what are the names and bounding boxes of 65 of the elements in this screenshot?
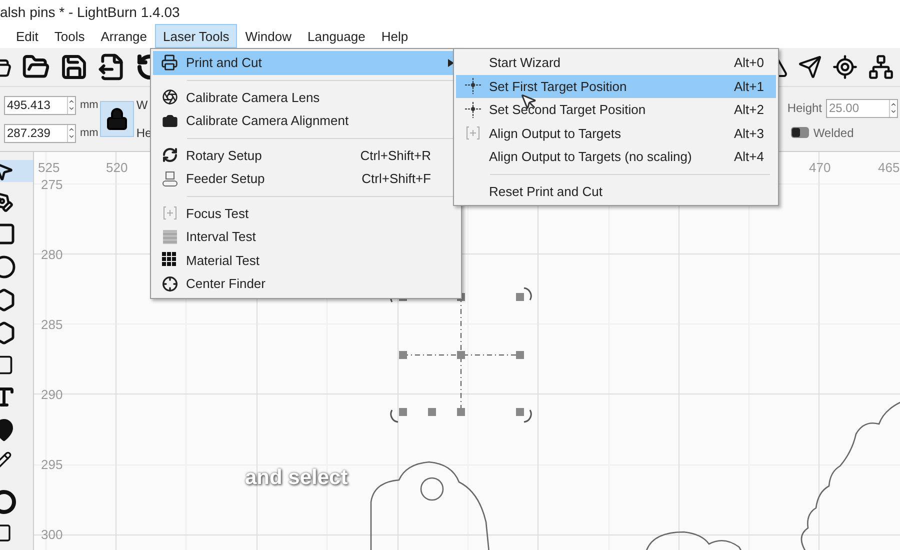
printer-icon [161,54,178,72]
export-icon[interactable] [98,53,126,81]
focus-icon [160,204,178,222]
spin-up-icon[interactable] [68,98,75,105]
welded-toggle[interactable] [791,127,810,138]
menu-item[interactable]: Material Test [153,248,459,272]
open-folder-icon[interactable] [22,53,50,81]
menu-bar-item[interactable]: Arrange [92,24,156,48]
shape-outline[interactable] [370,461,490,550]
ruler-number: 290 [41,387,63,402]
ruler-number: 280 [41,247,63,262]
welded-label: Welded [813,126,854,140]
camera-icon [162,112,178,129]
menu-item[interactable]: Set First Target Position Alt+1 [456,74,776,98]
spin-up-icon[interactable] [68,126,75,133]
menu-item[interactable]: Center Finder [153,272,459,296]
save-icon[interactable] [60,53,88,81]
send-icon[interactable] [798,55,822,79]
ruler-number: 520 [106,160,128,175]
submenu-arrow-icon [448,58,454,67]
target-mark-icon [464,77,482,96]
menu-bar-item[interactable]: Language [300,24,374,48]
rotate-icon [162,147,178,164]
caption: and select [245,466,348,490]
unit-label: mm [80,127,98,139]
target-icon [162,276,178,292]
spin-up-icon[interactable] [890,101,897,108]
shape-outline[interactable] [645,531,743,550]
target-mark-icon [464,100,482,119]
menu-bar-item[interactable]: Tools [46,24,93,48]
menu-bar-item[interactable]: Edit [8,24,46,48]
menu-item[interactable]: Set Second Target Position Alt+2 [456,98,776,122]
number-field[interactable]: 25.00 [826,98,898,118]
ruler-number: 295 [41,457,63,472]
width-label: W [136,98,149,112]
ruler-number: 525 [38,160,60,175]
lock-button[interactable] [100,101,134,137]
ruler-number: 275 [41,177,63,192]
menu-item[interactable]: Align Output to Targets Alt+3 [456,122,776,145]
spin-down-icon[interactable] [890,108,897,115]
pattern-icon [160,228,178,246]
focus-icon [464,124,482,142]
number-field[interactable]: 287.239 [4,124,76,142]
target-icon[interactable] [832,54,858,80]
ruler-number: 465 [878,160,900,175]
menu-item[interactable]: Interval Test [153,225,459,248]
ruler-number: 300 [41,527,63,542]
ruler-number: 470 [809,160,831,175]
lock-icon [105,107,130,131]
number-field[interactable]: 495.413 [4,96,76,114]
spin-down-icon[interactable] [68,133,75,140]
height-label: Height [787,101,822,115]
menu-bar-item[interactable]: Window [237,24,300,48]
menu-bar-item[interactable]: Laser Tools [155,24,238,48]
window-title: alsh pins * - LightBurn 1.4.03 [0,4,180,20]
menu-item[interactable]: Reset Print and Cut [456,180,776,203]
spin-down-icon[interactable] [68,105,75,112]
menu-item[interactable]: Start Wizard Alt+0 [456,51,776,74]
ruler-number: 285 [41,317,63,332]
lens-icon [162,89,178,106]
menu-bar-item[interactable]: Help [373,24,416,48]
align-icon[interactable] [868,54,894,80]
unit-label: mm [80,99,98,111]
feeder-icon [160,170,178,188]
menu-item[interactable]: Focus Test [153,202,459,225]
